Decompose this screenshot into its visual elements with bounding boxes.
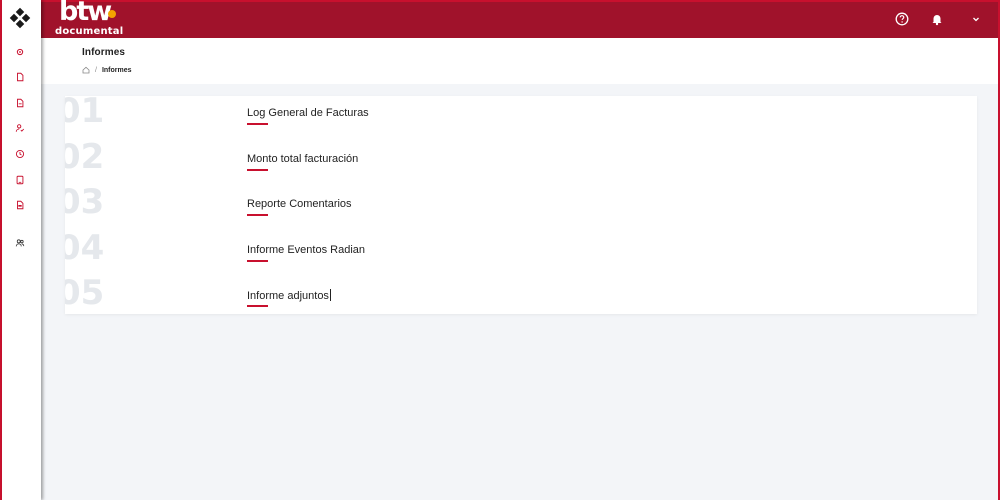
home-icon[interactable] <box>82 66 90 74</box>
report-link[interactable]: Monto total facturación <box>247 153 358 165</box>
brand-logo-subtext: documental <box>55 26 124 37</box>
report-link-label: Informe adjuntos <box>247 290 329 302</box>
report-link[interactable]: Informe Eventos Radian <box>247 244 365 256</box>
pdf-document-icon[interactable] <box>14 199 26 211</box>
report-number: 05 <box>65 273 105 313</box>
page-title: Informes <box>82 47 126 58</box>
report-underline <box>247 169 268 171</box>
report-underline <box>247 214 268 216</box>
report-item[interactable]: 05 Informe adjuntos <box>65 273 977 314</box>
breadcrumb: / Informes <box>82 66 132 74</box>
gear-icon[interactable] <box>14 46 26 58</box>
report-underline <box>247 305 268 307</box>
user-check-icon[interactable] <box>14 122 26 134</box>
chevron-down-icon[interactable] <box>968 11 984 27</box>
app-logo-icon[interactable] <box>8 7 32 31</box>
top-bar: btw documental <box>41 0 998 38</box>
report-item[interactable]: 02 Monto total facturación <box>65 137 977 186</box>
document-icon[interactable] <box>14 97 26 109</box>
report-link[interactable]: Informe adjuntos <box>247 289 331 302</box>
report-number: 01 <box>65 96 105 131</box>
report-link[interactable]: Reporte Comentarios <box>247 198 352 210</box>
report-underline <box>247 123 268 125</box>
report-number: 02 <box>65 137 105 177</box>
report-link[interactable]: Log General de Facturas <box>247 107 369 119</box>
brand-logo-dot <box>108 10 116 18</box>
clock-icon[interactable] <box>14 148 26 160</box>
report-number: 03 <box>65 182 105 222</box>
brand-logo[interactable]: btw documental <box>53 0 124 40</box>
reports-card: 01 Log General de Facturas 02 Monto tota… <box>65 96 977 314</box>
text-cursor <box>329 289 331 301</box>
report-item[interactable]: 04 Informe Eventos Radian <box>65 228 977 277</box>
brand-logo-text: btw <box>59 0 112 27</box>
breadcrumb-separator: / <box>95 66 97 74</box>
page-header: Informes / Informes <box>41 38 998 84</box>
sidebar <box>2 0 41 500</box>
bell-icon[interactable] <box>929 11 945 27</box>
help-icon[interactable] <box>894 11 910 27</box>
report-number: 04 <box>65 228 105 268</box>
report-underline <box>247 260 268 262</box>
tablet-icon[interactable] <box>14 174 26 186</box>
breadcrumb-current: Informes <box>101 66 132 74</box>
document-icon[interactable] <box>14 71 26 83</box>
report-item[interactable]: 03 Reporte Comentarios <box>65 182 977 231</box>
users-icon[interactable] <box>14 237 26 249</box>
report-item[interactable]: 01 Log General de Facturas <box>65 96 977 140</box>
